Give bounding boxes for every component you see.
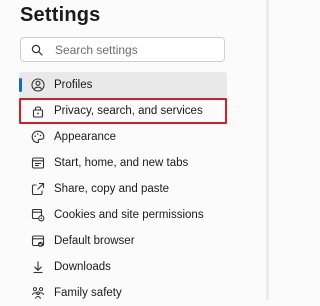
- nav-item-label: Downloads: [54, 261, 111, 273]
- settings-panel: Settings Profiles: [0, 0, 269, 300]
- nav-item-label: Family safety: [54, 287, 122, 299]
- nav-item-profiles[interactable]: Profiles: [19, 72, 227, 98]
- download-icon: [31, 260, 45, 274]
- page-title: Settings: [20, 4, 101, 26]
- profile-icon: [31, 78, 45, 92]
- search-input[interactable]: [55, 41, 220, 59]
- appearance-icon: [31, 130, 45, 144]
- browser-icon: [31, 234, 45, 248]
- share-icon: [31, 182, 45, 196]
- nav-item-default-browser[interactable]: Default browser: [19, 228, 227, 254]
- lock-icon: [31, 104, 45, 118]
- nav-item-family-safety[interactable]: Family safety: [19, 280, 227, 306]
- nav-item-appearance[interactable]: Appearance: [19, 124, 227, 150]
- family-icon: [31, 286, 45, 300]
- nav-item-downloads[interactable]: Downloads: [19, 254, 227, 280]
- search-box[interactable]: [20, 37, 225, 62]
- nav-item-share-copy[interactable]: Share, copy and paste: [19, 176, 227, 202]
- scrollbar[interactable]: [266, 0, 269, 300]
- nav-item-label: Share, copy and paste: [54, 183, 170, 195]
- nav-item-label: Appearance: [54, 131, 117, 143]
- search-icon: [31, 44, 43, 56]
- nav-item-label: Cookies and site permissions: [54, 209, 204, 221]
- nav-item-cookies[interactable]: Cookies and site permissions: [19, 202, 227, 228]
- cookies-icon: [31, 208, 45, 222]
- nav-item-label: Start, home, and new tabs: [54, 157, 189, 169]
- nav-item-label: Privacy, search, and services: [54, 105, 203, 117]
- home-tabs-icon: [31, 156, 45, 170]
- settings-nav: Profiles Privacy, search, and services A…: [19, 72, 227, 306]
- nav-item-label: Profiles: [54, 79, 93, 91]
- nav-item-start-home[interactable]: Start, home, and new tabs: [19, 150, 227, 176]
- nav-item-label: Default browser: [54, 235, 135, 247]
- nav-item-privacy[interactable]: Privacy, search, and services: [19, 98, 227, 124]
